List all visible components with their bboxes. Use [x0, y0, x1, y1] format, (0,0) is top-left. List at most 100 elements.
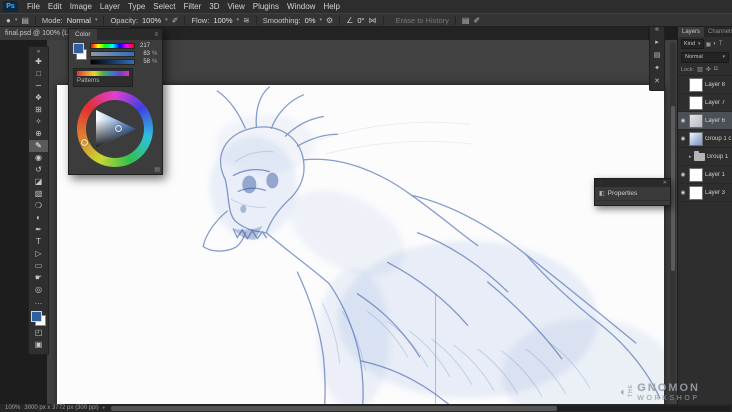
toggle-brush-panel-icon[interactable]: ▤	[21, 16, 29, 25]
menu-layer[interactable]: Layer	[96, 0, 124, 13]
lock-icon[interactable]: ✜	[706, 66, 711, 73]
menu-type[interactable]: Type	[124, 0, 149, 13]
hand-tool[interactable]: ☛	[29, 272, 48, 284]
menu-plugins[interactable]: Plugins	[249, 0, 283, 13]
layer-row-layer-1[interactable]: ◉ Layer 1	[678, 166, 732, 184]
properties-title-bar[interactable]: ·· ✕	[595, 179, 670, 187]
eraser-tool[interactable]: ◪	[29, 176, 48, 188]
menu-help[interactable]: Help	[319, 0, 343, 13]
menu-select[interactable]: Select	[149, 0, 179, 13]
layer-row-layer-7[interactable]: Layer 7	[678, 94, 732, 112]
brush-preset-picker-icon[interactable]: ●	[6, 16, 11, 25]
layer-thumbnail[interactable]	[689, 185, 703, 200]
layer-thumbnail[interactable]	[689, 131, 703, 146]
color-slider-value[interactable]: 83	[137, 51, 150, 57]
layer-thumbnail[interactable]	[689, 77, 703, 92]
visibility-eye-icon[interactable]: ◉	[679, 190, 687, 196]
crop-tool[interactable]: ⊞	[29, 104, 48, 116]
vertical-scrollbar-thumb[interactable]	[671, 106, 675, 272]
layer-filter-icon[interactable]: ◐	[713, 41, 717, 48]
screen-mode-button[interactable]: ▣	[29, 339, 48, 351]
quick-mask-button[interactable]: ◰	[29, 327, 48, 339]
brush-settings-panel-icon[interactable]: ▤	[462, 16, 470, 25]
erase-to-history-option[interactable]: Erase to History	[396, 16, 449, 25]
move-tool[interactable]: ✚	[29, 56, 48, 68]
lock-icon[interactable]: ▨	[697, 66, 703, 73]
symmetry-icon[interactable]: ⋈	[369, 16, 377, 25]
layer-thumbnail[interactable]	[689, 95, 703, 110]
mode-select[interactable]: Normal	[67, 16, 91, 25]
color-panel-options-icon[interactable]: ▤	[154, 166, 160, 173]
lasso-tool[interactable]: ∽	[29, 80, 48, 92]
blend-mode-select[interactable]: Normal ▾	[681, 52, 729, 63]
layer-filter-icon[interactable]: ▣	[706, 41, 712, 48]
sb-marker[interactable]	[114, 125, 122, 132]
edit-toolbar-button[interactable]: …	[29, 296, 48, 308]
dodge-tool[interactable]: ◐	[29, 212, 48, 224]
smoothing-gear-icon[interactable]: ⚙	[326, 16, 333, 25]
path-selection-tool[interactable]: ▷	[29, 248, 48, 260]
zoom-tool[interactable]: ◎	[29, 284, 48, 296]
vertical-scrollbar[interactable]	[670, 42, 676, 400]
color-slider-value[interactable]: 58	[137, 59, 150, 65]
menu-filter[interactable]: Filter	[180, 0, 206, 13]
marquee-tool[interactable]: □	[29, 68, 48, 80]
menu-file[interactable]: File	[23, 0, 44, 13]
close-panel-icon[interactable]: ✕	[654, 78, 660, 86]
layer-thumbnail[interactable]	[689, 113, 703, 128]
horizontal-scrollbar[interactable]	[111, 405, 730, 411]
clone-stamp-tool[interactable]: ◉	[29, 152, 48, 164]
layer-row-layer-6[interactable]: ◉ Layer 6	[678, 112, 732, 130]
history-brush-tool[interactable]: ↺	[29, 164, 48, 176]
menu-view[interactable]: View	[224, 0, 249, 13]
color-wheel[interactable]	[74, 90, 158, 170]
color-slider[interactable]	[90, 51, 135, 57]
brushes-panel-icon[interactable]: ▤	[654, 52, 661, 60]
visibility-eye-icon[interactable]: ◉	[679, 118, 687, 124]
layer-row-layer-3[interactable]: ◉ Layer 3	[678, 184, 732, 202]
visibility-eye-icon[interactable]: ◉	[679, 172, 687, 178]
smoothing-select[interactable]: 0%	[305, 16, 316, 25]
menu-window[interactable]: Window	[283, 0, 319, 13]
type-tool[interactable]: T	[29, 236, 48, 248]
brush-tool[interactable]: ✎	[29, 140, 48, 152]
panel-menu-icon[interactable]: ≡	[154, 32, 162, 38]
color-slider[interactable]	[90, 43, 135, 49]
close-icon[interactable]: ✕	[663, 179, 667, 187]
patterns-dropdown[interactable]: Patterns	[73, 68, 133, 87]
blur-tool[interactable]: ❍	[29, 200, 48, 212]
lock-icon[interactable]: ◘	[714, 66, 718, 73]
zoom-level[interactable]: 100%	[5, 405, 20, 411]
status-chevron-icon[interactable]: ▸	[103, 405, 106, 411]
color-slider[interactable]	[90, 59, 135, 65]
menu-image[interactable]: Image	[66, 0, 96, 13]
airbrush-icon[interactable]: ≋	[243, 16, 250, 25]
tab-layers[interactable]: Layers	[678, 27, 705, 37]
history-panel-icon[interactable]: ▸	[655, 39, 659, 47]
layer-filter-icon[interactable]: T	[719, 41, 723, 48]
pressure-size-icon[interactable]: ✐	[473, 16, 480, 25]
brush-angle-value[interactable]: 0°	[357, 16, 364, 25]
drag-handle-icon[interactable]: ··	[598, 179, 601, 187]
healing-brush-tool[interactable]: ⊕	[29, 128, 48, 140]
menu-3d[interactable]: 3D	[205, 0, 223, 13]
visibility-eye-icon[interactable]: ◉	[679, 136, 687, 142]
properties-row[interactable]: ◧ Properties	[595, 187, 670, 201]
tab-channels[interactable]: Channels	[704, 27, 732, 37]
shape-tool[interactable]: ▭	[29, 260, 48, 272]
pressure-opacity-icon[interactable]: ✐	[172, 16, 179, 25]
layer-row-group-1[interactable]: ▸ Group 1	[678, 148, 732, 166]
pen-tool[interactable]: ✒	[29, 224, 48, 236]
hue-marker[interactable]	[80, 139, 88, 146]
expand-panels-icon[interactable]: «	[655, 26, 659, 34]
kind-filter-select[interactable]: Kind ▾	[681, 39, 704, 49]
horizontal-scrollbar-thumb[interactable]	[111, 405, 557, 411]
menu-edit[interactable]: Edit	[44, 0, 66, 13]
color-slider-value[interactable]: 217	[137, 43, 150, 49]
libraries-panel-icon[interactable]: ✦	[654, 65, 660, 73]
group-expand-icon[interactable]: ▸	[689, 154, 692, 160]
gradient-tool[interactable]: ▧	[29, 188, 48, 200]
eyedropper-tool[interactable]: ✧	[29, 116, 48, 128]
opacity-select[interactable]: 100%	[142, 16, 161, 25]
flow-select[interactable]: 100%	[213, 16, 232, 25]
